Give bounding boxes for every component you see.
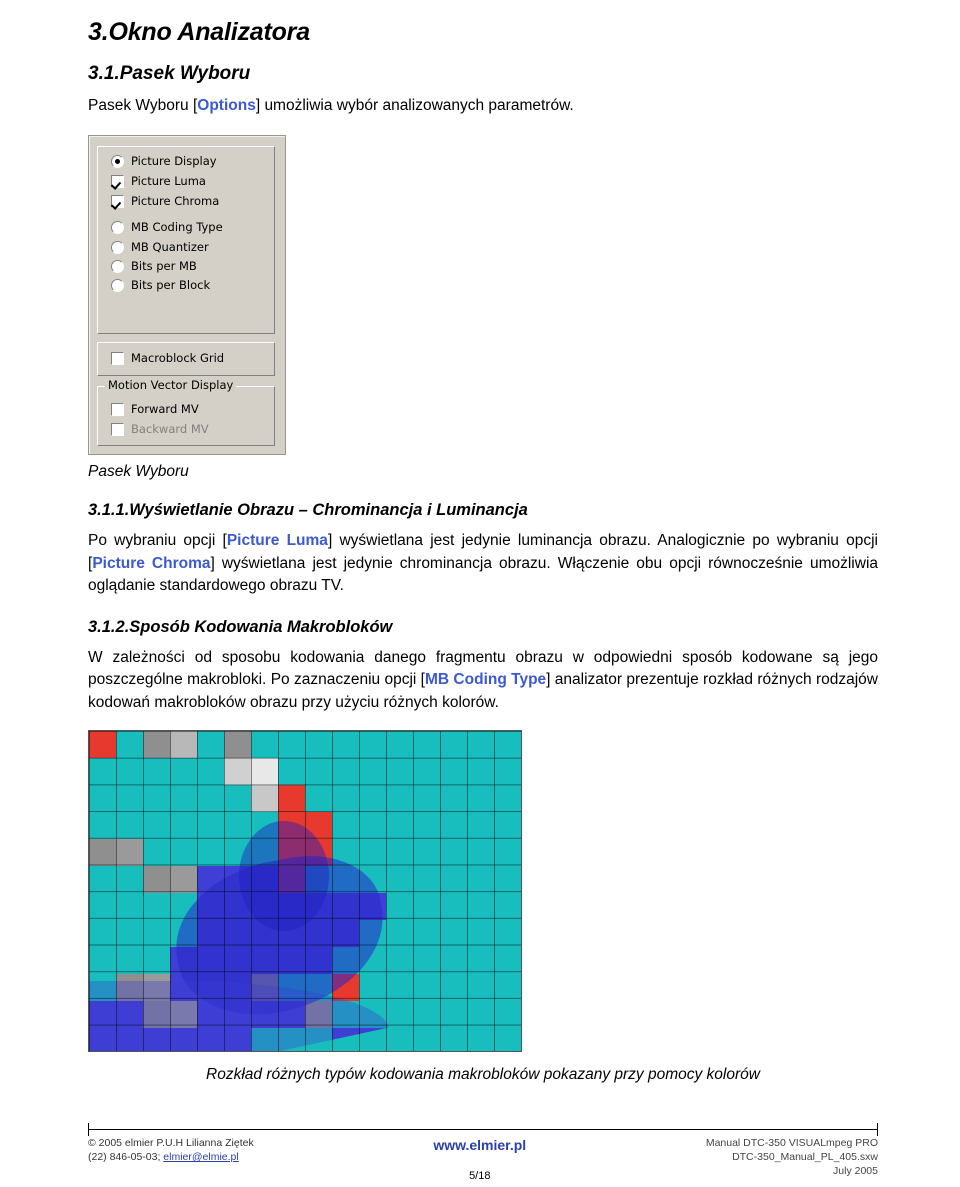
motion-vector-display-group: Motion Vector Display xyxy=(97,379,275,447)
radio-icon-bits-per-block[interactable] xyxy=(111,278,124,292)
radio-icon-bits-per-mb[interactable] xyxy=(111,259,124,273)
footer-manual-title: Manual DTC-350 VISUALmpeg PRO xyxy=(705,1137,878,1149)
footer-contact: (22) 846-05-03; elmier@elmie.pl xyxy=(88,1150,254,1164)
option-label-picture-display: Picture Display xyxy=(131,154,217,169)
option-row-backward-mv[interactable]: Backward MV xyxy=(111,422,209,436)
checkbox-icon-forward-mv[interactable] xyxy=(111,402,124,416)
keyword-picture-luma: Picture Luma xyxy=(226,532,328,550)
option-row-bits-per-block[interactable]: Bits per Block xyxy=(111,278,210,292)
s311-text-a: Po wybraniu opcji [ xyxy=(88,532,227,550)
option-label-mb-coding-type: MB Coding Type xyxy=(131,220,223,235)
option-label-backward-mv: Backward MV xyxy=(131,422,209,437)
footer-phone: (22) 846-05-03; xyxy=(88,1151,164,1164)
options-panel-caption: Pasek Wyboru xyxy=(88,463,189,481)
page-title: 3.Okno Analizatora xyxy=(88,18,310,46)
intro-text-b: ] umożliwia wybór analizowanych parametr… xyxy=(255,97,574,114)
option-label-picture-luma: Picture Luma xyxy=(131,174,206,189)
macroblock-image-caption: Rozkład różnych typów kodowania makroblo… xyxy=(206,1066,760,1084)
footer-website-link[interactable]: www.elmier.pl xyxy=(433,1136,526,1155)
footer-left-block: © 2005 elmier P.U.H Lilianna Ziętek (22)… xyxy=(88,1136,254,1184)
page-content: 3.Okno Analizatora 3.1.Pasek Wyboru Pase… xyxy=(88,0,878,1084)
option-row-picture-luma[interactable]: Picture Luma xyxy=(111,174,206,188)
option-row-picture-display[interactable]: Picture Display xyxy=(111,154,217,168)
option-label-picture-chroma: Picture Chroma xyxy=(131,194,220,209)
option-row-bits-per-mb[interactable]: Bits per MB xyxy=(111,259,197,273)
section-3-1-1-paragraph: Po wybraniu opcji [Picture Luma] wyświet… xyxy=(88,530,878,597)
section-3-1-2-paragraph: W zależności od sposobu kodowania danego… xyxy=(88,647,878,714)
footer-page-number: 5/18 xyxy=(469,1169,491,1182)
footer-right-block: Manual DTC-350 VISUALmpeg PRO DTC-350_Ma… xyxy=(706,1136,878,1184)
section-3-1-1-heading: 3.1.1.Wyświetlanie Obrazu – Chrominancja… xyxy=(88,501,528,520)
option-label-macroblock-grid: Macroblock Grid xyxy=(131,351,225,366)
option-label-bits-per-mb: Bits per MB xyxy=(131,259,197,274)
option-row-mb-coding-type[interactable]: MB Coding Type xyxy=(111,220,223,234)
footer-email-link[interactable]: elmier@elmie.pl xyxy=(163,1151,238,1163)
options-panel-screenshot: Picture Display Picture Luma Picture Chr… xyxy=(88,135,286,456)
document-page: 3.Okno Analizatora 3.1.Pasek Wyboru Pase… xyxy=(0,0,960,1187)
radio-icon-mb-quantizer[interactable] xyxy=(111,240,124,254)
option-row-picture-chroma[interactable]: Picture Chroma xyxy=(111,194,219,208)
checkbox-icon-backward-mv[interactable] xyxy=(111,422,124,436)
intro-text-a: Pasek Wyboru [ xyxy=(88,97,198,114)
footer-divider xyxy=(88,1129,878,1130)
section-3-1-2-heading: 3.1.2.Sposób Kodowania Makrobloków xyxy=(88,617,393,636)
option-label-mb-quantizer: MB Quantizer xyxy=(131,240,209,255)
section-3-1-heading: 3.1.Pasek Wyboru xyxy=(88,63,251,84)
checkbox-icon-picture-chroma[interactable] xyxy=(111,194,124,208)
checkbox-icon-macroblock-grid[interactable] xyxy=(111,351,124,365)
radio-icon-picture-display[interactable] xyxy=(111,154,124,168)
footer-file-name: DTC-350_Manual_PL_405.sxw xyxy=(732,1151,878,1164)
keyword-mb-coding-type: MB Coding Type xyxy=(425,671,547,689)
checkbox-icon-picture-luma[interactable] xyxy=(111,174,124,188)
keyword-options: Options xyxy=(197,97,256,114)
option-row-forward-mv[interactable]: Forward MV xyxy=(111,402,199,416)
group-legend-motion-vector-display: Motion Vector Display xyxy=(105,379,237,392)
page-footer: © 2005 elmier P.U.H Lilianna Ziętek (22)… xyxy=(88,1136,878,1184)
radio-icon-mb-coding-type[interactable] xyxy=(111,220,124,234)
macroblock-coding-type-image xyxy=(88,730,522,1053)
option-row-mb-quantizer[interactable]: MB Quantizer xyxy=(111,240,209,254)
keyword-picture-chroma: Picture Chroma xyxy=(92,554,211,572)
footer-copyright: © 2005 elmier P.U.H Lilianna Ziętek xyxy=(88,1137,254,1149)
option-label-bits-per-block: Bits per Block xyxy=(131,278,211,293)
footer-date: July 2005 xyxy=(833,1165,878,1178)
option-row-macroblock-grid[interactable]: Macroblock Grid xyxy=(111,351,224,365)
intro-paragraph: Pasek Wyboru [Options] umożliwia wybór a… xyxy=(88,95,878,117)
footer-center-block: www.elmier.pl 5/18 xyxy=(433,1136,526,1184)
option-label-forward-mv: Forward MV xyxy=(131,402,199,417)
